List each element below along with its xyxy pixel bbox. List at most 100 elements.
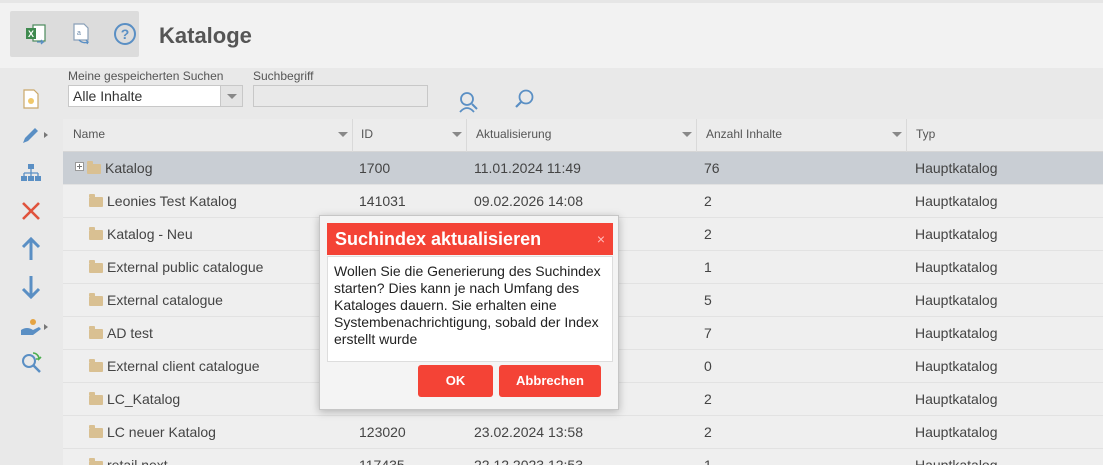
cell-name: LC_Katalog — [89, 383, 180, 416]
cell-name: External client catalogue — [89, 350, 260, 383]
cell-name: LC neuer Katalog — [89, 416, 216, 449]
move-down-icon[interactable] — [14, 272, 48, 302]
saved-searches-value: Alle Inhalte — [73, 88, 143, 104]
column-header-id[interactable]: ID — [351, 119, 467, 152]
cancel-button[interactable]: Abbrechen — [499, 365, 601, 397]
import-icon[interactable]: a — [68, 21, 94, 47]
folder-icon — [87, 161, 101, 174]
column-header-updated[interactable]: Aktualisierung — [466, 119, 697, 152]
cell-type: Hauptkatalog — [915, 424, 998, 440]
cell-type: Hauptkatalog — [915, 391, 998, 407]
toolbar-group: X a ? — [10, 11, 139, 57]
move-up-icon[interactable] — [14, 234, 48, 264]
cell-type: Hauptkatalog — [915, 457, 998, 465]
cell-count: 5 — [704, 292, 712, 308]
catalog-name: AD test — [107, 325, 153, 341]
column-label: Aktualisierung — [476, 127, 552, 141]
cell-type: Hauptkatalog — [915, 358, 998, 374]
new-document-icon[interactable] — [14, 84, 48, 114]
catalog-name: LC_Katalog — [107, 391, 181, 407]
hierarchy-icon[interactable] — [14, 158, 48, 188]
cell-type: Hauptkatalog — [915, 259, 998, 275]
help-icon[interactable]: ? — [112, 21, 138, 47]
folder-icon — [89, 227, 103, 240]
cell-id: 141031 — [359, 193, 406, 209]
left-toolbar — [0, 68, 63, 465]
cell-name: Katalog - Neu — [89, 218, 193, 251]
cell-count: 7 — [704, 325, 712, 341]
cell-updated: 22.12.2023 12:53 — [474, 457, 583, 465]
cell-type: Hauptkatalog — [915, 292, 998, 308]
edit-icon[interactable] — [14, 120, 48, 150]
column-label: Name — [73, 127, 106, 141]
table-row[interactable]: retail next 117435 22.12.2023 12:53 1 Hauptk… — [63, 449, 1103, 465]
cell-type: Hauptkatalog — [915, 193, 998, 209]
dialog-title-bar: Suchindex aktualisieren × — [327, 223, 613, 255]
table-row[interactable]: LC neuer Katalog 123020 23.02.2024 13:58 2 H… — [63, 416, 1103, 449]
top-header: X a ? Kataloge — [0, 0, 1103, 68]
saved-searches-select[interactable]: Alle Inhalte — [68, 85, 243, 107]
sort-arrow-icon[interactable] — [892, 132, 902, 137]
sort-arrow-icon[interactable] — [338, 132, 348, 137]
table-row[interactable]: Katalog 1700 11.01.2024 11:49 76 Hauptkatalo… — [63, 152, 1103, 185]
cell-name: External public catalogue — [89, 251, 263, 284]
cell-name: Leonies Test Katalog — [89, 185, 237, 218]
svg-text:a: a — [77, 30, 81, 37]
catalog-name: retail next — [107, 457, 168, 465]
close-icon[interactable]: × — [597, 223, 605, 255]
column-header-type[interactable]: Typ — [906, 119, 1103, 152]
catalog-name: Katalog — [105, 160, 153, 176]
cell-updated: 11.01.2024 11:49 — [474, 160, 581, 176]
svg-text:X: X — [28, 29, 34, 39]
cell-name: retail next — [89, 449, 168, 465]
cell-id: 117435 — [359, 457, 405, 465]
column-label: Anzahl Inhalte — [706, 127, 783, 141]
submenu-arrow-icon — [44, 132, 48, 138]
cell-type: Hauptkatalog — [915, 325, 998, 341]
table-row[interactable]: Leonies Test Katalog 141031 09.02.2026 14:… — [63, 185, 1103, 218]
delete-icon[interactable] — [14, 196, 48, 226]
cell-count: 1 — [704, 259, 712, 275]
folder-icon — [89, 425, 103, 438]
folder-icon — [89, 326, 103, 339]
cell-type: Hauptkatalog — [915, 226, 998, 242]
search-icon[interactable] — [511, 85, 539, 113]
excel-export-icon[interactable]: X — [24, 21, 50, 47]
folder-icon — [89, 194, 103, 207]
cell-count: 2 — [704, 391, 712, 407]
cell-count: 2 — [704, 193, 712, 209]
dialog-message: Wollen Sie die Generierung des Suchindex… — [327, 256, 613, 362]
refresh-search-index-icon[interactable] — [14, 348, 48, 378]
column-label: Typ — [916, 127, 936, 141]
cell-count: 2 — [704, 424, 712, 440]
cell-count: 0 — [704, 358, 712, 374]
catalog-name: External client catalogue — [107, 358, 260, 374]
sort-arrow-icon[interactable] — [452, 132, 462, 137]
catalog-name: Leonies Test Katalog — [107, 193, 237, 209]
expand-icon[interactable] — [75, 162, 84, 171]
cell-id: 1700 — [359, 160, 391, 176]
chevron-down-icon[interactable] — [220, 86, 242, 106]
column-header-name[interactable]: Name — [63, 119, 353, 152]
page-title: Kataloge — [159, 23, 252, 48]
cell-name: External catalogue — [89, 284, 223, 317]
cell-name: AD test — [89, 317, 153, 350]
cell-name: Katalog — [75, 152, 152, 185]
cell-id: 123020 — [359, 424, 406, 440]
svg-text:?: ? — [121, 26, 130, 42]
sort-arrow-icon[interactable] — [682, 132, 692, 137]
column-header-count[interactable]: Anzahl Inhalte — [696, 119, 907, 152]
folder-icon — [89, 359, 103, 372]
folder-icon — [89, 293, 103, 306]
cell-count: 76 — [704, 160, 720, 176]
saved-search-user-icon[interactable] — [454, 88, 482, 116]
folder-icon — [89, 392, 103, 405]
cell-updated: 23.02.2024 13:58 — [474, 424, 583, 440]
column-label: ID — [361, 127, 373, 141]
search-term-input[interactable] — [253, 85, 428, 107]
ok-button[interactable]: OK — [418, 365, 493, 397]
catalog-name: External public catalogue — [107, 259, 264, 275]
catalog-name: External catalogue — [107, 292, 223, 308]
folder-icon — [89, 260, 103, 273]
share-icon[interactable] — [14, 312, 48, 342]
